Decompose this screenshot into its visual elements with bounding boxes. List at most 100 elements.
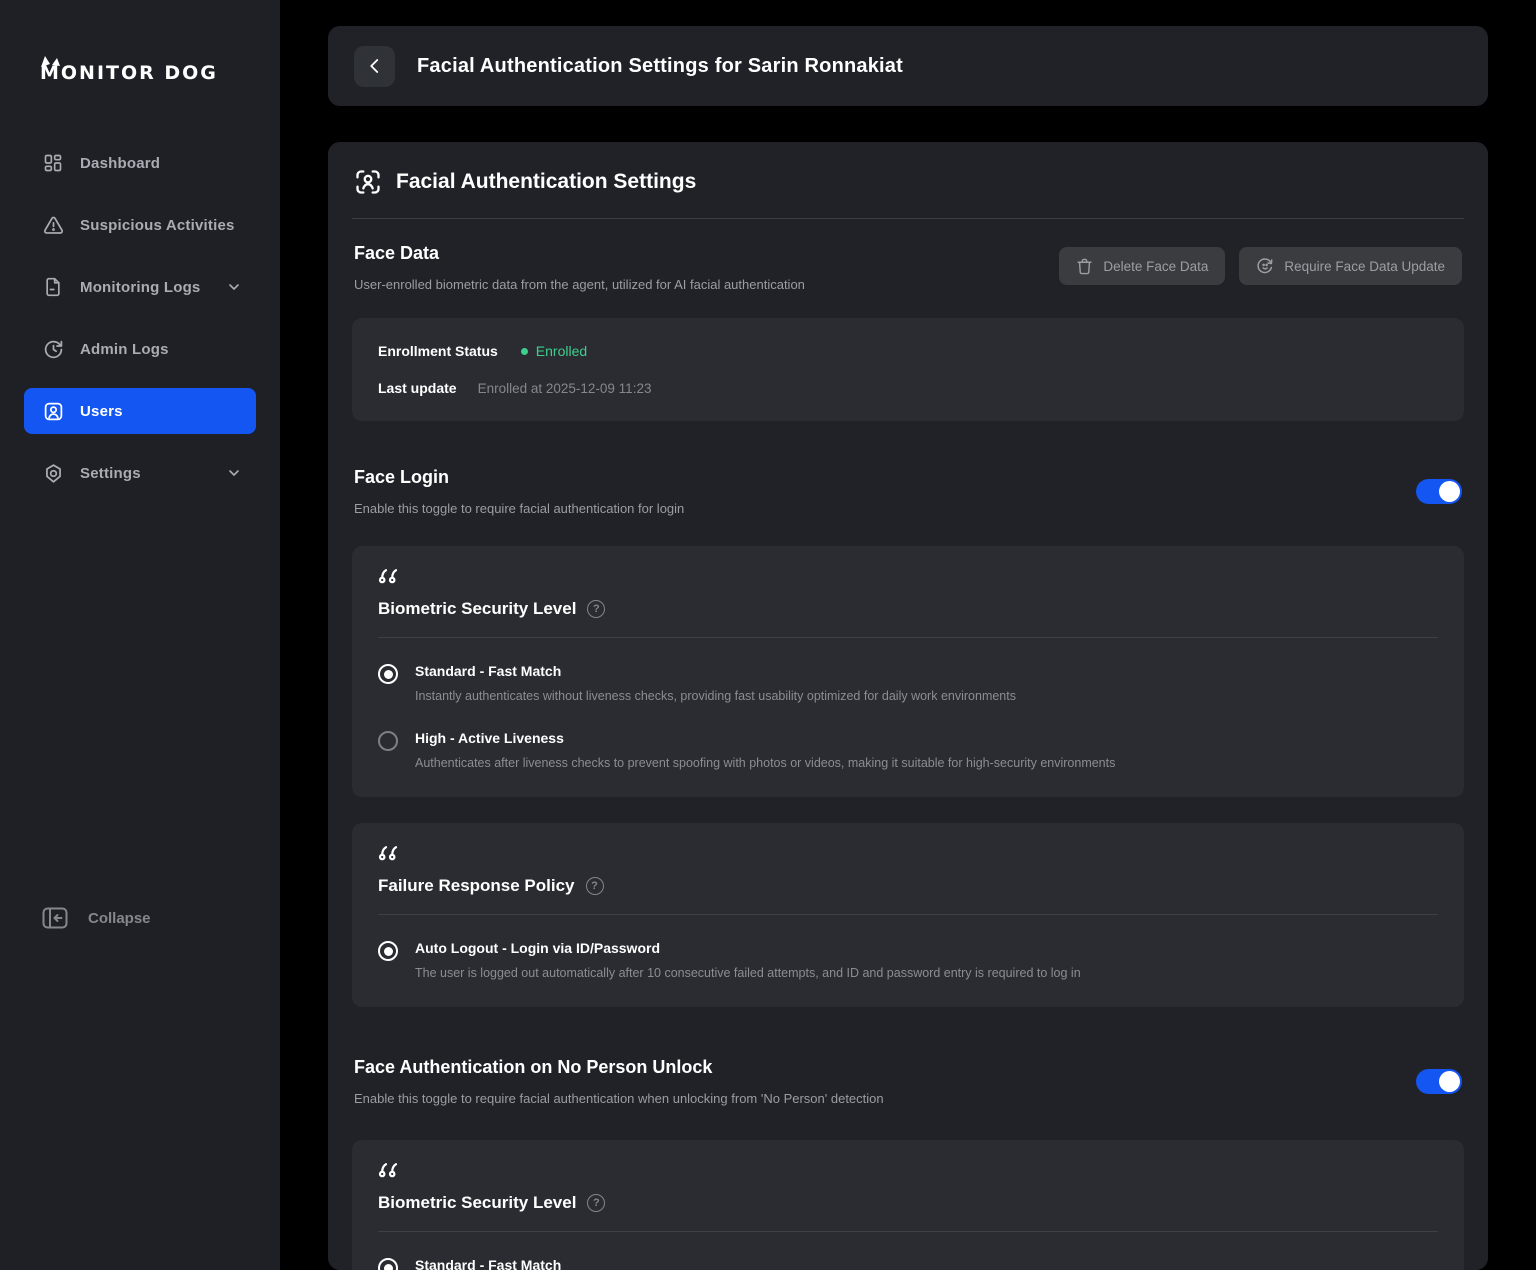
app-root: MONITOR DOG Dashboard Suspicious Activit…: [0, 0, 1536, 1270]
sidebar-nav: Dashboard Suspicious Activities Monitori…: [0, 140, 280, 512]
face-login-text: Face Login Enable this toggle to require…: [354, 467, 684, 516]
failure-response-policy-card: Failure Response Policy ? Auto Logout - …: [352, 823, 1464, 1007]
enrollment-status-box: Enrollment Status Enrolled Last update E…: [352, 318, 1464, 421]
last-update-label: Last update: [378, 380, 457, 396]
face-login-title: Face Login: [354, 467, 684, 488]
panel-section-title: Facial Authentication Settings: [396, 170, 696, 194]
option-text: Standard - Fast Match: [415, 1257, 561, 1270]
card-title-row: Biometric Security Level ?: [378, 1193, 1438, 1213]
sidebar-item-dashboard[interactable]: Dashboard: [24, 140, 256, 186]
option-description: Instantly authenticates without liveness…: [415, 689, 1016, 703]
option-description: The user is logged out automatically aft…: [415, 966, 1081, 980]
radio-selected-icon[interactable]: [378, 1258, 398, 1270]
history-clock-icon: [42, 338, 64, 360]
chevron-left-icon: [366, 57, 384, 75]
delete-face-data-label: Delete Face Data: [1103, 259, 1208, 274]
no-person-unlock-toggle[interactable]: [1416, 1069, 1462, 1094]
toggle-knob: [1439, 481, 1460, 502]
require-face-data-update-label: Require Face Data Update: [1284, 259, 1445, 274]
option-label: Standard - Fast Match: [415, 1257, 561, 1270]
option-description: Authenticates after liveness checks to p…: [415, 756, 1115, 770]
face-data-description: User-enrolled biometric data from the ag…: [354, 277, 805, 292]
enrollment-status-label: Enrollment Status: [378, 343, 498, 359]
radio-selected-icon[interactable]: [378, 664, 398, 684]
require-face-data-update-button[interactable]: Require Face Data Update: [1239, 247, 1462, 285]
chevron-down-icon: [226, 465, 242, 481]
biometric-security-level-title: Biometric Security Level: [378, 1193, 576, 1213]
card-title-row: Failure Response Policy ?: [378, 876, 1438, 896]
no-person-unlock-text: Face Authentication on No Person Unlock …: [354, 1057, 884, 1106]
alert-triangle-icon: [42, 214, 64, 236]
divider: [378, 637, 1438, 638]
biometric-security-level-card-2: Biometric Security Level ? Standard - Fa…: [352, 1140, 1464, 1270]
face-refresh-icon: [1256, 257, 1274, 275]
sidebar-item-settings[interactable]: Settings: [24, 450, 256, 496]
face-login-toggle[interactable]: [1416, 479, 1462, 504]
sidebar-item-label: Monitoring Logs: [80, 279, 200, 296]
delete-face-data-button[interactable]: Delete Face Data: [1059, 247, 1225, 285]
sidebar-item-admin-logs[interactable]: Admin Logs: [24, 326, 256, 372]
status-dot-icon: [521, 348, 528, 355]
enrollment-status-row: Enrollment Status Enrolled: [378, 343, 1438, 359]
option-label: High - Active Liveness: [415, 730, 1115, 746]
face-login-section: Face Login Enable this toggle to require…: [352, 467, 1464, 516]
sidebar-item-label: Admin Logs: [80, 341, 169, 358]
sidebar-item-label: Users: [80, 403, 123, 420]
option-auto-logout[interactable]: Auto Logout - Login via ID/Password The …: [378, 940, 1438, 980]
sidebar-item-users[interactable]: Users: [24, 388, 256, 434]
option-high-active-liveness[interactable]: High - Active Liveness Authenticates aft…: [378, 730, 1438, 770]
biometric-security-level-title: Biometric Security Level: [378, 599, 576, 619]
option-standard-fast-match[interactable]: Standard - Fast Match Instantly authenti…: [378, 663, 1438, 703]
option-text: Standard - Fast Match Instantly authenti…: [415, 663, 1016, 703]
panel-collapse-icon: [42, 907, 68, 929]
trash-icon: [1076, 258, 1093, 275]
page-header: Facial Authentication Settings for Sarin…: [328, 26, 1488, 106]
option-standard-fast-match[interactable]: Standard - Fast Match: [378, 1257, 1438, 1270]
sidebar-item-label: Settings: [80, 465, 141, 482]
option-label: Standard - Fast Match: [415, 663, 1016, 679]
sidebar: MONITOR DOG Dashboard Suspicious Activit…: [0, 0, 280, 1270]
page-title: Facial Authentication Settings for Sarin…: [417, 55, 903, 78]
divider: [378, 1231, 1438, 1232]
face-data-section: Face Data User-enrolled biometric data f…: [352, 243, 1464, 292]
no-person-unlock-section: Face Authentication on No Person Unlock …: [352, 1057, 1464, 1106]
sidebar-item-label: Dashboard: [80, 155, 160, 172]
settings-icon: [42, 462, 64, 484]
back-button[interactable]: [354, 46, 395, 87]
enrollment-status-value: Enrolled: [536, 343, 587, 359]
help-circle-icon[interactable]: ?: [587, 600, 605, 618]
face-data-text: Face Data User-enrolled biometric data f…: [354, 243, 805, 292]
collapse-button[interactable]: Collapse: [42, 907, 151, 929]
face-login-description: Enable this toggle to require facial aut…: [354, 501, 684, 516]
panel-section-header: Facial Authentication Settings: [352, 168, 1464, 219]
document-icon: [42, 276, 64, 298]
face-scan-icon: [354, 168, 382, 196]
face-data-actions: Delete Face Data Require Face Data Updat…: [1059, 247, 1462, 285]
toggle-knob: [1439, 1071, 1460, 1092]
quote-icon: [378, 568, 1438, 584]
sidebar-item-label: Suspicious Activities: [80, 217, 235, 234]
option-text: High - Active Liveness Authenticates aft…: [415, 730, 1115, 770]
sidebar-item-suspicious-activities[interactable]: Suspicious Activities: [24, 202, 256, 248]
face-data-title: Face Data: [354, 243, 805, 264]
radio-selected-icon[interactable]: [378, 941, 398, 961]
quote-icon: [378, 845, 1438, 861]
quote-icon: [378, 1162, 1438, 1178]
sidebar-item-monitoring-logs[interactable]: Monitoring Logs: [24, 264, 256, 310]
brand-logo: MONITOR DOG: [38, 54, 244, 86]
user-card-icon: [42, 400, 64, 422]
radio-unselected-icon[interactable]: [378, 731, 398, 751]
biometric-security-level-card: Biometric Security Level ? Standard - Fa…: [352, 546, 1464, 797]
last-update-row: Last update Enrolled at 2025-12-09 11:23: [378, 380, 1438, 396]
last-update-value: Enrolled at 2025-12-09 11:23: [478, 381, 652, 396]
no-person-unlock-title: Face Authentication on No Person Unlock: [354, 1057, 884, 1078]
option-label: Auto Logout - Login via ID/Password: [415, 940, 1081, 956]
dashboard-icon: [42, 152, 64, 174]
svg-text:MONITOR DOG: MONITOR DOG: [40, 62, 218, 84]
help-circle-icon[interactable]: ?: [586, 877, 604, 895]
no-person-unlock-description: Enable this toggle to require facial aut…: [354, 1091, 884, 1106]
status-badge: Enrolled: [521, 343, 587, 359]
option-text: Auto Logout - Login via ID/Password The …: [415, 940, 1081, 980]
help-circle-icon[interactable]: ?: [587, 1194, 605, 1212]
chevron-down-icon: [226, 279, 242, 295]
